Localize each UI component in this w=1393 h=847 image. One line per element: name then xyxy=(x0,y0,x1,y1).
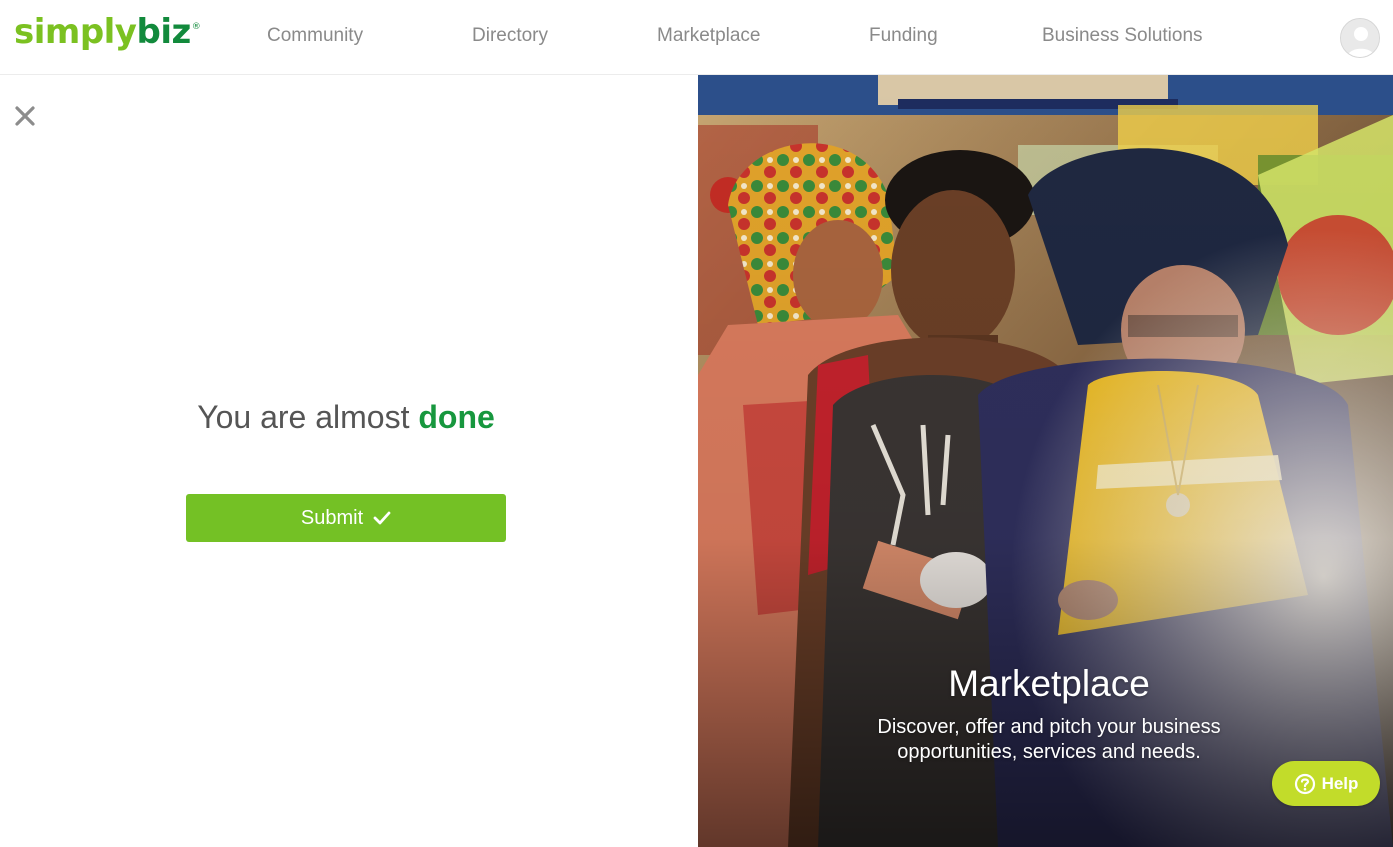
question-circle-icon xyxy=(1294,773,1315,794)
checkmark-icon xyxy=(373,511,391,525)
close-icon[interactable] xyxy=(12,103,38,129)
hero-title: Marketplace xyxy=(948,663,1150,704)
nav-community[interactable]: Community xyxy=(267,24,363,48)
nav-marketplace[interactable]: Marketplace xyxy=(657,24,761,48)
heading-accent: done xyxy=(418,399,495,435)
marketplace-hero: Marketplace Discover, offer and pitch yo… xyxy=(698,75,1393,847)
user-avatar-icon[interactable] xyxy=(1340,18,1380,58)
submit-button[interactable]: Submit xyxy=(186,494,506,542)
logo-text-simply: simply xyxy=(14,12,137,52)
help-button[interactable]: Help xyxy=(1272,761,1380,806)
logo-text-biz: biz xyxy=(136,12,191,52)
nav-business-solutions[interactable]: Business Solutions xyxy=(1042,24,1203,48)
nav-directory[interactable]: Directory xyxy=(472,24,548,48)
completion-heading: You are almost done xyxy=(0,397,692,437)
top-navigation: simply biz ® Community Directory Marketpla… xyxy=(0,0,1393,75)
form-panel: You are almost done Submit xyxy=(0,75,698,847)
hero-description-line-1: Discover, offer and pitch your business xyxy=(877,716,1221,738)
simplybiz-logo[interactable]: simply biz ® xyxy=(14,10,201,54)
hero-description: Discover, offer and pitch your business … xyxy=(698,715,1393,765)
submit-label: Submit xyxy=(300,506,364,529)
registered-mark: ® xyxy=(191,22,201,32)
heading-text: You are almost xyxy=(197,399,410,435)
nav-funding[interactable]: Funding xyxy=(869,24,938,48)
help-label: Help xyxy=(1321,773,1359,793)
